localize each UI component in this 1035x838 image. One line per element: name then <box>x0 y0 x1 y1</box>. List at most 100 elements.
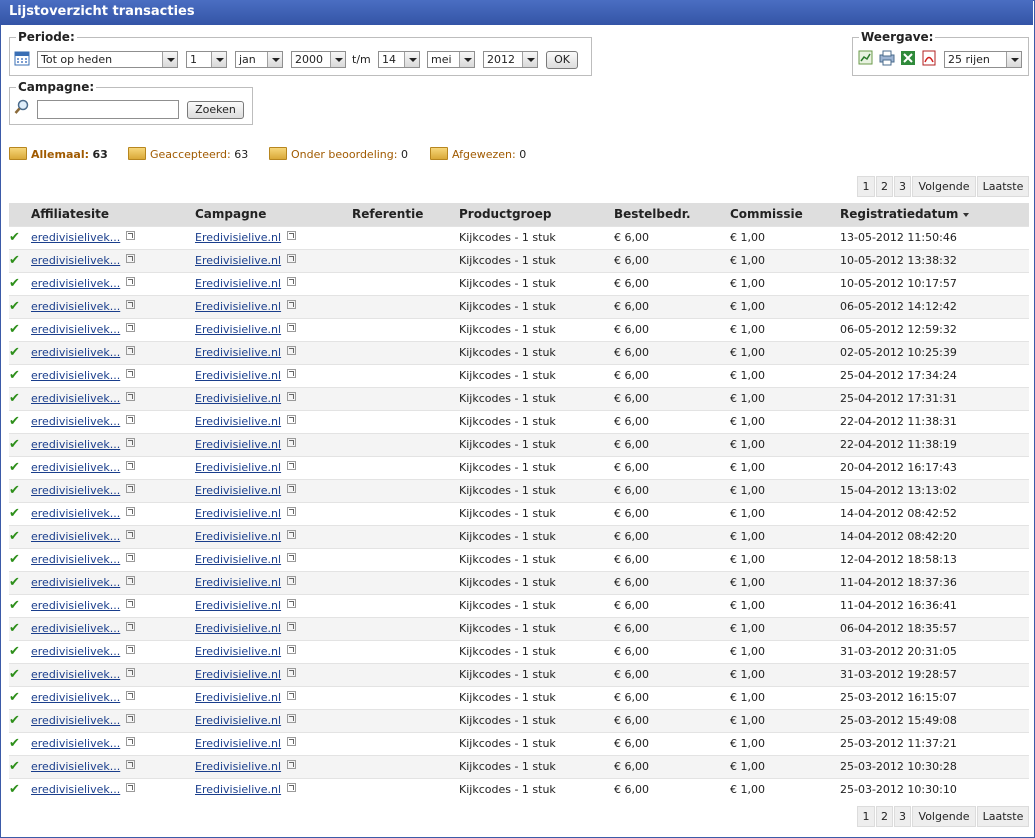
external-link-icon[interactable] <box>287 438 297 447</box>
external-link-icon[interactable] <box>126 346 136 355</box>
campaign-search-input[interactable] <box>37 100 179 119</box>
page-link-1[interactable]: 1 <box>857 176 875 197</box>
affiliate-link[interactable]: eredivisielivek... <box>31 346 120 359</box>
external-link-icon[interactable] <box>126 461 136 470</box>
external-link-icon[interactable] <box>126 668 136 677</box>
column-header-registratiedatum[interactable]: Registratiedatum <box>840 203 1029 226</box>
page-link-3[interactable]: 3 <box>894 806 911 827</box>
external-link-icon[interactable] <box>126 737 136 746</box>
column-header-affiliatesite[interactable]: Affiliatesite <box>31 203 195 226</box>
campaign-link[interactable]: Eredivisielive.nl <box>195 392 281 405</box>
campaign-link[interactable]: Eredivisielive.nl <box>195 576 281 589</box>
campaign-link[interactable]: Eredivisielive.nl <box>195 254 281 267</box>
external-link-icon[interactable] <box>126 277 136 286</box>
affiliate-link[interactable]: eredivisielivek... <box>31 553 120 566</box>
page-link-1[interactable]: 1 <box>857 806 875 827</box>
filter-accepted[interactable]: Geaccepteerd: 63 <box>128 146 248 164</box>
affiliate-link[interactable]: eredivisielivek... <box>31 760 120 773</box>
external-link-icon[interactable] <box>126 415 136 424</box>
campaign-link[interactable]: Eredivisielive.nl <box>195 553 281 566</box>
external-link-icon[interactable] <box>126 599 136 608</box>
campaign-link[interactable]: Eredivisielive.nl <box>195 415 281 428</box>
external-link-icon[interactable] <box>126 392 136 401</box>
affiliate-link[interactable]: eredivisielivek... <box>31 415 120 428</box>
external-link-icon[interactable] <box>126 507 136 516</box>
external-link-icon[interactable] <box>287 300 297 309</box>
affiliate-link[interactable]: eredivisielivek... <box>31 599 120 612</box>
campaign-link[interactable]: Eredivisielive.nl <box>195 300 281 313</box>
external-link-icon[interactable] <box>287 760 297 769</box>
external-link-icon[interactable] <box>287 599 297 608</box>
external-link-icon[interactable] <box>126 300 136 309</box>
page-link-2[interactable]: 2 <box>876 806 893 827</box>
external-link-icon[interactable] <box>287 668 297 677</box>
affiliate-link[interactable]: eredivisielivek... <box>31 714 120 727</box>
affiliate-link[interactable]: eredivisielivek... <box>31 323 120 336</box>
calendar-icon[interactable] <box>14 50 30 66</box>
from-month-select[interactable]: jan <box>235 51 283 68</box>
filter-review[interactable]: Onder beoordeling: 0 <box>269 146 408 164</box>
period-preset-select[interactable]: Tot op heden <box>37 51 178 68</box>
column-header-productgroep[interactable]: Productgroep <box>459 203 614 226</box>
campaign-link[interactable]: Eredivisielive.nl <box>195 783 281 796</box>
external-link-icon[interactable] <box>287 369 297 378</box>
campaign-link[interactable]: Eredivisielive.nl <box>195 714 281 727</box>
affiliate-link[interactable]: eredivisielivek... <box>31 369 120 382</box>
affiliate-link[interactable]: eredivisielivek... <box>31 231 120 244</box>
external-link-icon[interactable] <box>126 254 136 263</box>
external-link-icon[interactable] <box>287 783 297 793</box>
external-link-icon[interactable] <box>287 530 297 539</box>
affiliate-link[interactable]: eredivisielivek... <box>31 461 120 474</box>
rows-per-page-select[interactable]: 25 rijen <box>944 51 1022 68</box>
page-link-3[interactable]: 3 <box>894 176 911 197</box>
campaign-link[interactable]: Eredivisielive.nl <box>195 369 281 382</box>
external-link-icon[interactable] <box>287 323 297 332</box>
campaign-link[interactable]: Eredivisielive.nl <box>195 484 281 497</box>
next-page-button[interactable]: Volgende <box>912 806 976 827</box>
external-link-icon[interactable] <box>126 691 136 700</box>
external-link-icon[interactable] <box>287 714 297 723</box>
affiliate-link[interactable]: eredivisielivek... <box>31 507 120 520</box>
to-day-select[interactable]: 14 <box>378 51 420 68</box>
affiliate-link[interactable]: eredivisielivek... <box>31 254 120 267</box>
ok-button[interactable]: OK <box>546 51 578 69</box>
affiliate-link[interactable]: eredivisielivek... <box>31 484 120 497</box>
to-year-select[interactable]: 2012 <box>483 51 538 68</box>
external-link-icon[interactable] <box>287 346 297 355</box>
campaign-link[interactable]: Eredivisielive.nl <box>195 668 281 681</box>
campaign-link[interactable]: Eredivisielive.nl <box>195 691 281 704</box>
external-link-icon[interactable] <box>126 231 136 240</box>
page-link-2[interactable]: 2 <box>876 176 893 197</box>
external-link-icon[interactable] <box>126 576 136 585</box>
campaign-link[interactable]: Eredivisielive.nl <box>195 530 281 543</box>
campaign-link[interactable]: Eredivisielive.nl <box>195 599 281 612</box>
external-link-icon[interactable] <box>287 737 297 746</box>
affiliate-link[interactable]: eredivisielivek... <box>31 438 120 451</box>
column-header-bestelbedrag[interactable]: Bestelbedr. <box>614 203 730 226</box>
affiliate-link[interactable]: eredivisielivek... <box>31 300 120 313</box>
campaign-link[interactable]: Eredivisielive.nl <box>195 346 281 359</box>
column-header-campagne[interactable]: Campagne <box>195 203 352 226</box>
campaign-link[interactable]: Eredivisielive.nl <box>195 231 281 244</box>
campaign-link[interactable]: Eredivisielive.nl <box>195 622 281 635</box>
filter-all[interactable]: Allemaal: 63 <box>9 146 108 164</box>
affiliate-link[interactable]: eredivisielivek... <box>31 576 120 589</box>
filter-rejected[interactable]: Afgewezen: 0 <box>430 146 526 164</box>
affiliate-link[interactable]: eredivisielivek... <box>31 668 120 681</box>
column-header-commissie[interactable]: Commissie <box>730 203 840 226</box>
print-icon[interactable] <box>879 50 895 66</box>
external-link-icon[interactable] <box>126 714 136 723</box>
campaign-link[interactable]: Eredivisielive.nl <box>195 277 281 290</box>
external-link-icon[interactable] <box>287 415 297 424</box>
external-link-icon[interactable] <box>287 277 297 286</box>
affiliate-link[interactable]: eredivisielivek... <box>31 392 120 405</box>
external-link-icon[interactable] <box>287 392 297 401</box>
affiliate-link[interactable]: eredivisielivek... <box>31 277 120 290</box>
external-link-icon[interactable] <box>126 530 136 539</box>
external-link-icon[interactable] <box>126 622 136 631</box>
external-link-icon[interactable] <box>287 645 297 654</box>
next-page-button[interactable]: Volgende <box>912 176 976 197</box>
chart-view-icon[interactable] <box>858 50 874 66</box>
affiliate-link[interactable]: eredivisielivek... <box>31 691 120 704</box>
external-link-icon[interactable] <box>287 691 297 700</box>
